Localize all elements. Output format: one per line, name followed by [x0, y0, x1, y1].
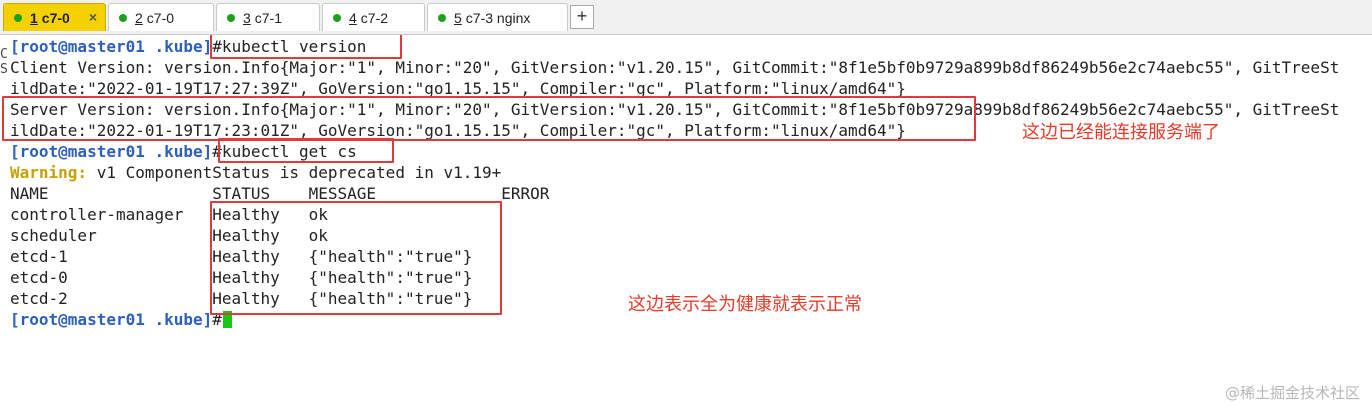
tab-label: c7-0: [41, 9, 70, 26]
edge-glyph: S: [0, 62, 8, 77]
tab-number: 5: [454, 9, 462, 26]
tab-number: 1: [30, 9, 38, 26]
edge-glyph: C: [0, 47, 8, 62]
connected-status-icon: [438, 13, 446, 22]
command-line: [root@master01 .kube]#: [10, 309, 232, 330]
highlight-box-server-version: [2, 96, 976, 141]
watermark: @稀土掘金技术社区: [1224, 384, 1360, 402]
warning-label: Warning:: [10, 163, 88, 182]
tab-number: 4: [349, 9, 357, 26]
tab-number: 3: [243, 9, 251, 26]
connected-status-icon: [227, 13, 235, 22]
warning-line: Warning: v1 ComponentStatus is deprecate…: [10, 162, 501, 183]
tab-label: c7-2: [360, 9, 389, 26]
shell-prompt: [root@master01 .kube]: [10, 310, 213, 329]
tab-number: 2: [135, 9, 143, 26]
tab-c7-1[interactable]: 3 c7-1: [216, 3, 320, 31]
highlight-box-health-status: [210, 201, 502, 315]
tab-label: c7-3 nginx: [465, 9, 531, 26]
tab-c7-3-nginx[interactable]: 5 c7-3 nginx: [427, 3, 568, 31]
tab-c7-2[interactable]: 4 c7-2: [322, 3, 425, 31]
all-healthy-annotation: 这边表示全为健康就表示正常: [628, 294, 862, 315]
tab-bar: 1 c7-0 × 2 c7-0 3 c7-1 4 c7-2 5 c7-3 ngi…: [0, 0, 1372, 35]
new-tab-button[interactable]: +: [570, 5, 594, 29]
tab-c7-0-active[interactable]: 1 c7-0 ×: [3, 3, 106, 31]
shell-prompt: [root@master01 .kube]: [10, 142, 213, 161]
warning-text: v1 ComponentStatus is deprecated in v1.1…: [87, 163, 502, 182]
highlight-box-get-cs-cmd: [218, 138, 394, 163]
tab-c7-0[interactable]: 2 c7-0: [108, 3, 214, 31]
tab-label: c7-0: [146, 9, 175, 26]
shell-prompt: [root@master01 .kube]: [10, 37, 213, 56]
close-tab-icon[interactable]: ×: [89, 9, 97, 25]
server-connected-annotation: 这边已经能连接服务端了: [1022, 122, 1220, 143]
terminal-output[interactable]: C S [root@master01 .kube]#kubectl versio…: [0, 35, 1372, 411]
connected-status-icon: [119, 13, 127, 22]
connected-status-icon: [333, 13, 341, 22]
client-version-line: Client Version: version.Info{Major:"1", …: [10, 58, 1340, 77]
connected-status-icon: [14, 13, 22, 22]
tab-label: c7-1: [254, 9, 283, 26]
highlight-box-version-cmd: [210, 35, 402, 59]
